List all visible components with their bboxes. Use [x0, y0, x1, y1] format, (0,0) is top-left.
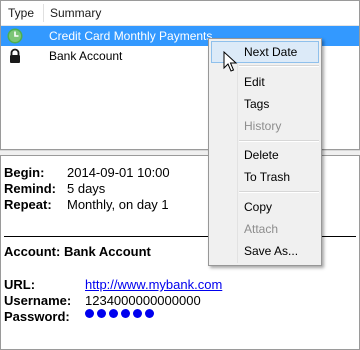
- item-summary: Credit Card Monthly Payments: [49, 29, 213, 43]
- menu-separator: [239, 191, 319, 193]
- repeat-label: Repeat:: [4, 197, 52, 212]
- menu-item-label: Next Date: [244, 45, 298, 59]
- remind-label: Remind:: [4, 181, 56, 196]
- menu-item-save-as[interactable]: Save As...: [211, 240, 319, 262]
- password-dot: [145, 309, 154, 318]
- username-value: 1234000000000000: [85, 293, 201, 308]
- menu-item-label: Edit: [244, 75, 265, 89]
- menu-item-copy[interactable]: Copy: [211, 196, 319, 218]
- menu-item-label: Delete: [244, 148, 279, 162]
- menu-item-to-trash[interactable]: To Trash: [211, 166, 319, 188]
- account-title: Account: Bank Account: [4, 244, 151, 259]
- repeat-value: Monthly, on day 1: [67, 197, 169, 212]
- menu-item-label: Tags: [244, 97, 270, 111]
- menu-item-label: Attach: [244, 222, 279, 236]
- begin-label: Begin:: [4, 165, 45, 180]
- column-header-summary[interactable]: Summary: [50, 6, 101, 20]
- menu-item-label: History: [244, 119, 282, 133]
- url-label: URL:: [4, 277, 36, 292]
- clock-icon: [7, 28, 23, 44]
- begin-value: 2014-09-01 10:00: [67, 165, 170, 180]
- column-header-type[interactable]: Type: [8, 6, 34, 20]
- menu-item-attach: Attach: [211, 218, 319, 240]
- menu-item-label: Save As...: [244, 244, 299, 258]
- password-dot: [121, 309, 130, 318]
- menu-item-label: Copy: [244, 200, 273, 214]
- menu-item-label: To Trash: [244, 170, 291, 184]
- menu-item-tags[interactable]: Tags: [211, 93, 319, 115]
- password-dot: [109, 309, 118, 318]
- username-label: Username:: [4, 293, 72, 308]
- list-header: Type Summary: [1, 1, 359, 26]
- column-divider[interactable]: [43, 4, 44, 22]
- menu-item-edit[interactable]: Edit: [211, 71, 319, 93]
- item-summary: Bank Account: [49, 49, 123, 63]
- menu-item-history: History: [211, 115, 319, 137]
- password-value[interactable]: [85, 309, 154, 318]
- menu-separator: [239, 140, 319, 142]
- password-dot: [97, 309, 106, 318]
- mouse-cursor-icon: [223, 51, 237, 72]
- remind-value: 5 days: [67, 181, 106, 196]
- menu-item-delete[interactable]: Delete: [211, 144, 319, 166]
- password-dot: [133, 309, 142, 318]
- url-link[interactable]: http://www.mybank.com: [85, 277, 222, 292]
- menu-separator: [239, 65, 319, 67]
- password-label: Password:: [4, 309, 70, 324]
- password-dot: [85, 309, 94, 318]
- lock-icon: [10, 48, 20, 63]
